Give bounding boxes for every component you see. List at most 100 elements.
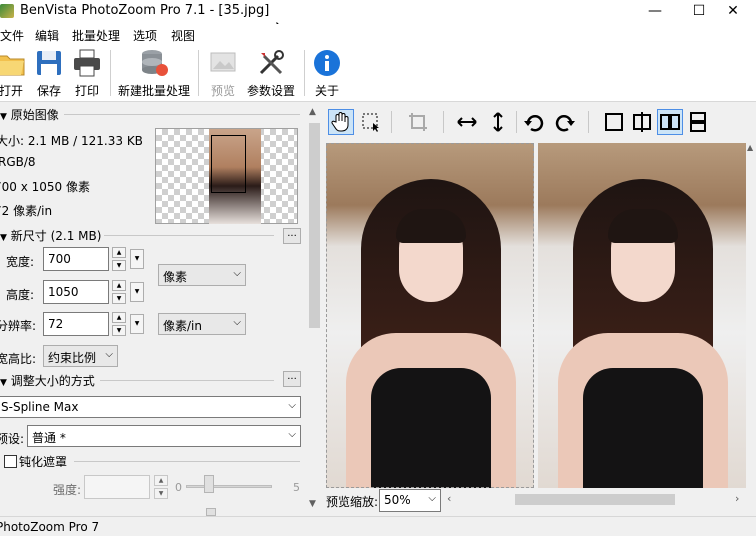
chevron-down-icon: ⌵ (233, 268, 241, 279)
resolution-spinner[interactable]: ▲ ▼ (112, 312, 126, 336)
height-input[interactable]: 1050 (43, 280, 109, 304)
folder-icon (0, 55, 25, 76)
menu-edit[interactable]: 编辑 (35, 27, 59, 44)
strength-input[interactable] (84, 475, 150, 499)
preview-area[interactable] (326, 141, 746, 488)
toolbar-separator (391, 111, 392, 133)
select-tool-button[interactable] (358, 109, 384, 135)
rotate-left-button[interactable] (521, 109, 547, 135)
height-spinner[interactable]: ▲ ▼ (112, 280, 126, 304)
fit-height-button[interactable] (485, 109, 511, 135)
toolbar-separator (110, 50, 111, 96)
toolbar-separator (198, 50, 199, 96)
pan-tool-button[interactable] (328, 109, 354, 135)
width-input[interactable]: 700 (43, 247, 109, 271)
menu-view[interactable]: 视图 (171, 27, 195, 44)
fit-width-button[interactable] (454, 109, 480, 135)
strength-spinner[interactable]: ▲ ▼ (154, 475, 168, 499)
close-button[interactable]: ✕ (710, 0, 756, 24)
original-dimensions: 700 x 1050 像素 (0, 180, 90, 194)
slider-thumb[interactable] (206, 508, 216, 516)
new-batch-label: 新建批量处理 (118, 84, 191, 98)
original-size: 大小: 2.1 MB / 121.33 KB (0, 134, 143, 148)
toolbar-separator (516, 111, 517, 133)
scrollbar-thumb[interactable] (515, 494, 675, 505)
strength-slider-track[interactable] (186, 485, 272, 488)
settings-panel-scrollbar[interactable]: ▲ ▼ (306, 103, 323, 516)
scrollbar-thumb[interactable] (309, 123, 320, 328)
new-size-header[interactable]: ▼ 新尺寸 (2.1 MB) (0, 227, 101, 244)
width-spinner[interactable]: ▲ ▼ (112, 247, 126, 271)
resize-method-select[interactable]: S-Spline Max ⌵ (0, 396, 301, 418)
original-preview-pane[interactable] (326, 143, 534, 488)
chevron-down-icon: ⌵ (288, 400, 296, 411)
new-size-more-button[interactable]: ... (283, 228, 301, 244)
stacked-view-button[interactable] (685, 109, 711, 135)
crop-button[interactable] (405, 109, 431, 135)
rotate-right-button[interactable] (552, 109, 578, 135)
preview-button[interactable]: 预览 (206, 48, 240, 100)
menu-options[interactable]: 选项 (133, 27, 157, 44)
resize-method-header[interactable]: ▼ 调整大小的方式 (0, 372, 95, 389)
preset-select[interactable]: 普通 * ⌵ (27, 425, 301, 447)
height-unit-toggle[interactable]: ▼ (130, 282, 144, 302)
print-button[interactable]: 打印 (72, 48, 102, 100)
save-button[interactable]: 保存 (34, 48, 64, 100)
result-preview-pane[interactable] (538, 143, 746, 488)
pixel-unit-select[interactable]: 像素 ⌵ (158, 264, 246, 286)
minimize-button[interactable]: — (632, 0, 678, 24)
aspect-ratio-select[interactable]: 约束比例 ⌵ (43, 345, 118, 367)
strength-slider-thumb[interactable] (204, 475, 214, 493)
preview-label: 预览 (210, 84, 235, 98)
preview-horizontal-scrollbar[interactable]: ‹ › (443, 491, 746, 508)
strength-max: 5 (293, 481, 300, 494)
open-button[interactable]: 打开 (0, 48, 26, 100)
height-label: 高度: (6, 288, 35, 302)
preview-vertical-scrollbar[interactable]: ▲ (746, 141, 756, 488)
resolution-unit-toggle[interactable]: ▼ (130, 314, 144, 334)
about-label: 关于 (314, 84, 339, 98)
about-button[interactable]: 关于 (312, 48, 342, 100)
info-icon (314, 50, 340, 76)
side-by-side-view-button[interactable] (657, 109, 683, 135)
strength-label: 强度: (53, 483, 82, 497)
toolbar-separator (588, 111, 589, 133)
scroll-up-icon[interactable]: ▲ (309, 107, 316, 117)
resolution-unit-select[interactable]: 像素/in ⌵ (158, 313, 246, 335)
sharpen-mask-checkbox[interactable] (4, 455, 17, 468)
section-divider (64, 114, 300, 115)
scroll-right-icon[interactable]: › (735, 492, 739, 505)
original-image-header[interactable]: ▼ 原始图像 (0, 106, 59, 123)
printer-icon (74, 49, 100, 77)
split-view-button[interactable] (629, 109, 655, 135)
scroll-left-icon[interactable]: ‹ (447, 492, 451, 505)
settings-panel: ▼ 原始图像 大小: 2.1 MB / 121.33 KB RGB/8 700 … (0, 103, 306, 516)
menu-file[interactable]: 文件 (0, 27, 24, 44)
section-divider (104, 235, 274, 236)
preview-zoom-label: 预览缩放: (326, 495, 379, 509)
resolution-label: 分辨率: (0, 319, 37, 333)
settings-button[interactable]: 参数设置 (246, 48, 296, 100)
scroll-up-icon[interactable]: ▲ (747, 143, 753, 152)
scroll-down-icon[interactable]: ▼ (309, 499, 316, 509)
vertical-arrows-icon (493, 112, 503, 132)
resolution-input[interactable]: 72 (43, 312, 109, 336)
settings-label: 参数设置 (246, 84, 295, 98)
rotate-left-icon (524, 115, 544, 132)
width-unit-toggle[interactable]: ▼ (130, 249, 144, 269)
menu-batch[interactable]: 批量处理 (72, 27, 120, 44)
single-view-button[interactable] (601, 109, 627, 135)
view-rectangle[interactable] (211, 135, 246, 193)
preview-zoom-select[interactable]: 50% ⌵ (379, 489, 441, 512)
new-batch-button[interactable]: 新建批量处理 (118, 48, 190, 100)
toolbar: 打开 保存 打印 新建批量处理 预览 参数设置 关于 (0, 44, 756, 102)
strength-min: 0 (175, 481, 182, 494)
navigator-thumbnail[interactable] (155, 128, 298, 224)
side-by-side-icon (660, 114, 680, 130)
toolbar-separator (304, 50, 305, 96)
status-text: PhotoZoom Pro 7 (0, 520, 100, 534)
open-label: 打开 (0, 84, 23, 98)
horizontal-arrows-icon (457, 117, 477, 127)
resize-method-more-button[interactable]: ... (283, 371, 301, 387)
preview-frame (326, 143, 534, 488)
